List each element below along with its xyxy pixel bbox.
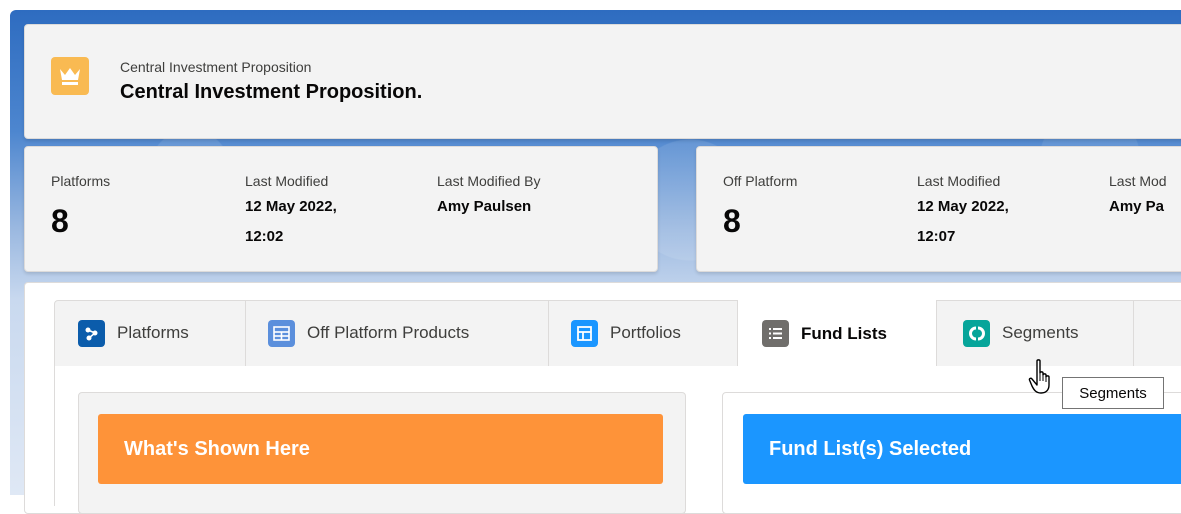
table-icon (268, 319, 295, 347)
list-icon (762, 320, 789, 347)
platforms-count-label: Platforms (51, 173, 111, 189)
off-platform-count: 8 (723, 203, 741, 239)
last-modified-by-link[interactable]: Amy Pa (1109, 195, 1164, 219)
crown-icon (51, 57, 89, 95)
last-modified-date: 12 May 2022, (917, 198, 1009, 215)
last-modified-by-link[interactable]: Amy Paulsen (437, 195, 531, 219)
whats-shown-banner: What's Shown Here (98, 414, 663, 484)
last-modified-time: 12:02 (245, 228, 284, 245)
tab-label: Off Platform Products (307, 323, 470, 342)
tooltip: Segments (1062, 377, 1164, 409)
tab-label: Segments (1002, 323, 1079, 342)
off-platform-summary-card: Off Platform 8 Last Modified 12 May 2022… (696, 146, 1181, 272)
segments-icon (963, 319, 990, 347)
record-type-label: Central Investment Proposition (120, 59, 312, 75)
tab-platforms[interactable]: Platforms (78, 300, 189, 366)
last-modified-by-label: Last Modified By (437, 173, 541, 189)
page-title: Central Investment Proposition. (120, 81, 423, 103)
tab-label: Fund Lists (801, 323, 887, 343)
last-modified-time: 12:07 (917, 228, 956, 245)
last-modified-label: Last Modified (245, 173, 329, 189)
tab-fund-lists[interactable]: Fund Lists (737, 300, 937, 367)
tab-off-platform-products[interactable]: Off Platform Products (268, 300, 469, 366)
tab-portfolios[interactable]: Portfolios (571, 300, 681, 366)
off-platform-count-label: Off Platform (723, 173, 798, 189)
tab-divider (245, 300, 246, 366)
platforms-icon (78, 319, 105, 347)
last-modified-by-label: Last Mod (1109, 173, 1167, 189)
platforms-summary-card: Platforms 8 Last Modified 12 May 2022, 1… (24, 146, 658, 272)
tab-divider (1133, 300, 1134, 366)
portfolio-icon (571, 319, 598, 347)
tab-label: Platforms (117, 323, 189, 342)
last-modified-label: Last Modified (917, 173, 1001, 189)
last-modified-date: 12 May 2022, (245, 198, 337, 215)
tab-divider (548, 300, 549, 366)
fund-lists-selected-banner: Fund List(s) Selected (743, 414, 1181, 484)
tab-label: Portfolios (610, 323, 681, 342)
platforms-count: 8 (51, 203, 69, 239)
tab-segments[interactable]: Segments (963, 300, 1079, 366)
record-header: Central Investment Proposition Central I… (24, 24, 1181, 139)
hand-cursor-icon (1028, 358, 1058, 401)
